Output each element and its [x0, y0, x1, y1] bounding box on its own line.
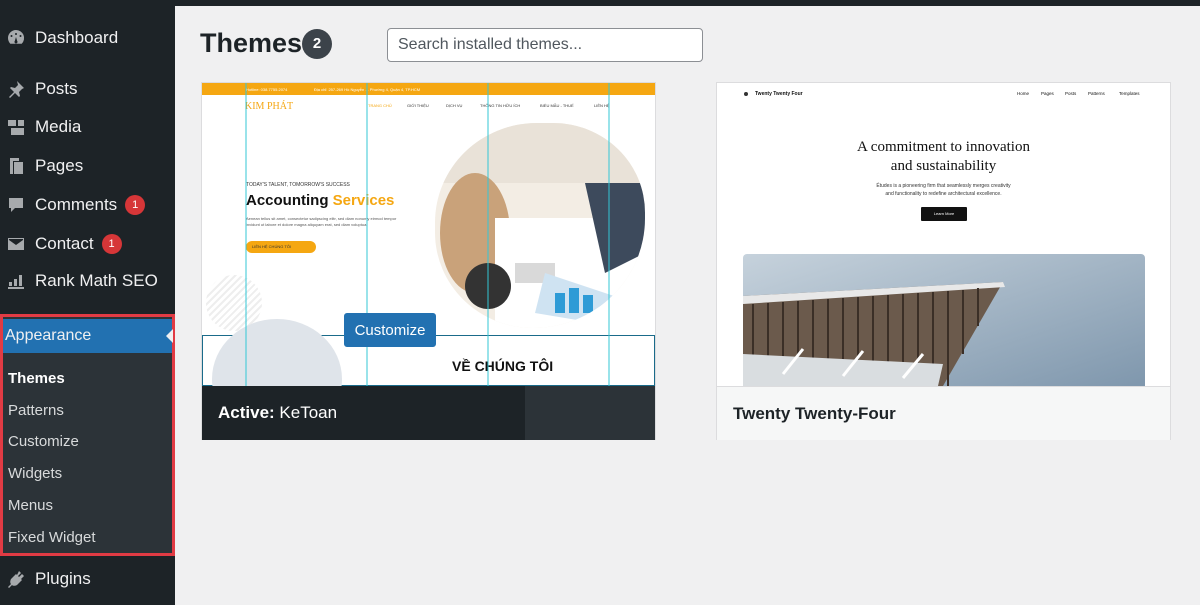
pages-icon [5, 155, 27, 177]
active-label: Active: [218, 403, 275, 422]
theme-screenshot[interactable]: Twenty Twenty Four Home Pages Posts Patt… [717, 83, 1170, 386]
search-themes-input[interactable] [387, 28, 703, 62]
sidebar-item-rank-math-seo[interactable]: Rank Math SEO [0, 263, 175, 299]
appearance-menu-group: Appearance Themes Patterns Customize Wid… [0, 314, 175, 556]
theme-footer: Active: KeToan [202, 386, 655, 440]
sidebar-item-label: Pages [35, 156, 84, 175]
preview-nav-item: Patterns [1088, 91, 1105, 96]
sidebar-item-dashboard[interactable]: Dashboard [0, 20, 175, 56]
sidebar-item-posts[interactable]: Posts [0, 71, 175, 107]
sidebar-item-label: Contact [35, 234, 94, 253]
theme-name: Active: KeToan [218, 403, 337, 423]
sidebar-item-plugins[interactable]: Plugins [0, 561, 175, 597]
preview-site-logo-icon [744, 92, 748, 96]
preview-nav-item: Pages [1041, 91, 1054, 96]
preview-heading-line-1: A commitment to innovation [857, 139, 1030, 155]
preview-subtext-line-2: and functionality to redefine architectu… [885, 191, 1002, 197]
sidebar-item-label: Comments [35, 195, 118, 214]
submenu-item-patterns[interactable]: Patterns [8, 402, 64, 419]
sidebar-item-media[interactable]: Media [0, 109, 175, 145]
plug-icon [5, 568, 27, 590]
preview-heading-line-2: and sustainability [890, 158, 997, 174]
sidebar-item-pages[interactable]: Pages [0, 148, 175, 184]
submenu-item-menus[interactable]: Menus [8, 497, 53, 514]
sidebar-item-label: Rank Math SEO [35, 271, 158, 290]
preview-building-image [743, 254, 1145, 386]
chart-icon [5, 270, 27, 292]
comments-count-badge: 1 [125, 195, 146, 215]
submenu-item-customize[interactable]: Customize [8, 433, 79, 450]
preview-nav-item: Templates [1119, 91, 1140, 96]
preview-subtext-line-1: Études is a pioneering firm that seamles… [876, 183, 1011, 189]
preview-nav-item: Home [1017, 91, 1030, 96]
sidebar-item-label: Dashboard [35, 28, 119, 47]
page-title: Themes [200, 28, 303, 58]
preview-site-title: Twenty Twenty Four [755, 91, 803, 97]
theme-card-ketoan[interactable]: Hotline: 038.7755.2074 Địa chỉ: 257-269 … [201, 82, 656, 440]
comment-icon [5, 194, 27, 216]
sidebar-item-label: Posts [35, 79, 78, 98]
pin-icon [5, 78, 27, 100]
theme-name: Twenty Twenty-Four [733, 404, 896, 423]
theme-card-twenty-twenty-four[interactable]: Twenty Twenty Four Home Pages Posts Patt… [716, 82, 1171, 440]
preview-nav-item: Posts [1065, 91, 1077, 96]
sidebar-item-appearance[interactable]: Appearance [3, 319, 173, 357]
theme-name-text: KeToan [279, 403, 338, 422]
sidebar-item-label: Plugins [35, 569, 91, 588]
sidebar-item-label: Media [35, 117, 82, 136]
theme-footer: Twenty Twenty-Four [717, 386, 1170, 440]
sidebar-item-label: Appearance [5, 327, 92, 344]
mail-icon [5, 233, 27, 255]
sidebar-item-comments[interactable]: Comments 1 [0, 187, 175, 223]
contact-count-badge: 1 [101, 234, 122, 254]
submenu-item-widgets[interactable]: Widgets [8, 465, 62, 482]
current-menu-arrow-icon [166, 329, 173, 343]
admin-sidebar: Dashboard Posts Media Pages Comments 1 C… [0, 0, 175, 605]
admin-toolbar [175, 0, 1200, 6]
submenu-item-themes[interactable]: Themes [8, 370, 65, 387]
sidebar-item-contact[interactable]: Contact 1 [0, 226, 175, 262]
theme-actions [525, 386, 655, 440]
media-icon [5, 116, 27, 138]
theme-count-badge: 2 [302, 29, 332, 59]
preview-learn-more-button: Learn More [921, 207, 967, 221]
dashboard-icon [5, 27, 27, 49]
customize-button[interactable]: Customize [344, 313, 436, 347]
submenu-item-fixed-widget[interactable]: Fixed Widget [8, 529, 96, 546]
